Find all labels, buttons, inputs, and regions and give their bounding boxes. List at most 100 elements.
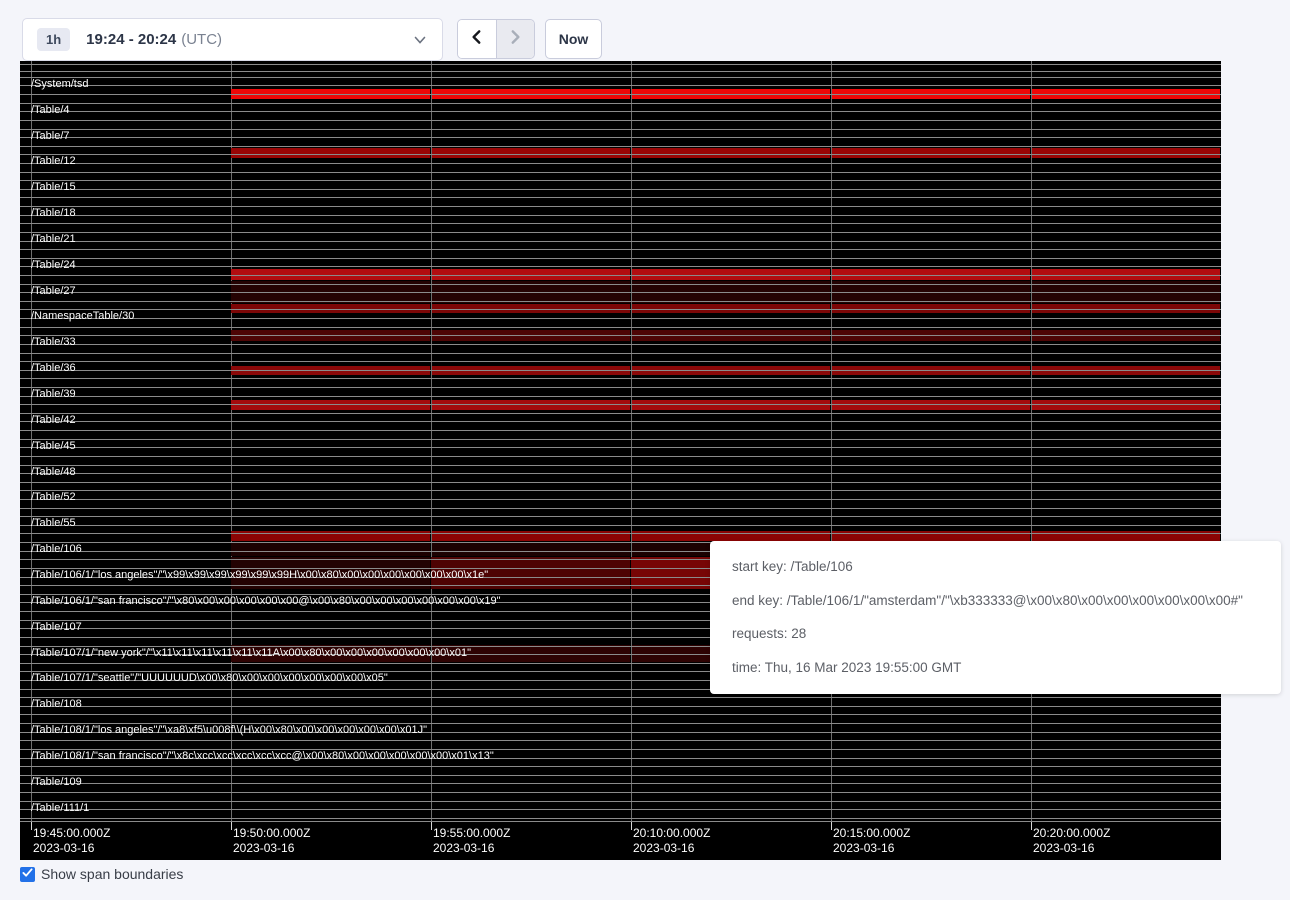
span-boundary-line [20,783,1221,784]
span-boundary-line [20,249,1221,250]
column-gridline [1031,61,1032,822]
show-span-boundaries-label: Show span boundaries [41,866,183,882]
axis-label: 20:15:00.000Z2023-03-16 [833,826,910,856]
span-boundary-line [20,706,1221,707]
axis-tick [431,822,432,830]
heat-band [832,148,1030,158]
now-button[interactable]: Now [545,19,602,59]
axis-date: 2023-03-16 [833,841,910,856]
axis-date: 2023-03-16 [1033,841,1110,856]
row-label: /Table/106 [31,543,82,555]
row-label: /Table/18 [31,207,76,219]
row-label: /Table/12 [31,155,76,167]
span-boundary-line [20,284,1221,285]
axis-label: 19:45:00.000Z2023-03-16 [33,826,110,856]
axis-tick [831,822,832,830]
span-boundary-line [20,697,1221,698]
axis-date: 2023-03-16 [433,841,510,856]
tooltip-requests: requests: 28 [732,617,1259,651]
heat-band [1032,148,1220,158]
row-label: /Table/109 [31,776,82,788]
span-boundary-line [20,508,1221,509]
span-boundary-line [20,85,1221,86]
span-boundary-line [20,465,1221,466]
span-boundary-line [20,180,1221,181]
column-gridline [231,61,232,822]
span-boundary-line [20,64,1221,65]
row-label: /Table/107/1/"new york"/"\x11\x11\x11\x1… [31,647,471,659]
column-gridline [431,61,432,822]
row-label: /Table/52 [31,491,76,503]
row-label: /Table/4 [31,104,70,116]
span-boundary-line [20,378,1221,379]
span-boundary-line [20,430,1221,431]
span-boundary-line [20,77,1221,78]
span-boundary-line [20,301,1221,302]
row-label: /Table/39 [31,388,76,400]
span-boundary-line [20,396,1221,397]
span-boundary-line [20,206,1221,207]
span-boundary-line [20,103,1221,104]
span-boundary-line [20,172,1221,173]
time-range-duration-badge: 1h [37,28,70,51]
axis-label: 20:20:00.000Z2023-03-16 [1033,826,1110,856]
row-label: /Table/108 [31,698,82,710]
toolbar: 1h 19:24 - 20:24 (UTC) Now [0,0,1290,61]
span-boundary-line [20,241,1221,242]
heat-band [231,148,430,158]
span-boundary-line [20,71,1221,72]
span-boundary-line [20,309,1221,310]
span-boundary-line [20,809,1221,810]
row-label: /NamespaceTable/30 [31,310,134,322]
span-boundary-line [20,404,1221,405]
chevron-down-icon [412,32,428,48]
axis-tick [631,822,632,830]
row-label: /Table/55 [31,517,76,529]
span-boundary-line [20,370,1221,371]
show-span-boundaries-checkbox[interactable] [20,867,35,882]
column-gridline [631,61,632,822]
span-boundary-line [20,163,1221,164]
row-label: /Table/107 [31,621,82,633]
row-label: /Table/45 [31,440,76,452]
row-label: /Table/108/1/"san francisco"/"\x8c\xcc\x… [31,750,494,762]
span-boundary-line [20,361,1221,362]
span-tooltip: start key: /Table/106 end key: /Table/10… [710,541,1281,694]
span-boundary-line [20,447,1221,448]
axis-tick [231,822,232,830]
span-boundary-line [20,258,1221,259]
time-nav-button-group [457,19,535,59]
span-boundary-line [20,327,1221,328]
span-boundary-line [20,137,1221,138]
span-boundary-line [20,120,1221,121]
span-boundary-line [20,335,1221,336]
axis-date: 2023-03-16 [233,841,310,856]
row-label: /Table/48 [31,466,76,478]
span-boundary-line [20,223,1221,224]
span-boundary-line [20,821,1221,822]
row-label: /Table/27 [31,285,76,297]
row-label: /Table/21 [31,233,76,245]
time-range-selector[interactable]: 1h 19:24 - 20:24 (UTC) [22,18,443,61]
axis-tick [31,822,32,830]
row-label: /Table/107/1/"seattle"/"UUUUUUD\x00\x80\… [31,672,388,684]
tooltip-end-key: end key: /Table/106/1/"amsterdam"/"\xb33… [732,584,1259,618]
span-boundary-line [20,499,1221,500]
heat-band [632,148,830,158]
heat-band [432,148,630,158]
row-label: /Table/111/1 [31,802,89,814]
span-boundary-line [20,490,1221,491]
span-boundary-line [20,421,1221,422]
span-boundary-line [20,353,1221,354]
time-range-text: 19:24 - 20:24 [86,31,176,48]
span-boundary-line [20,387,1221,388]
key-visualizer-canvas[interactable]: /System/tsd/Table/4/Table/7/Table/12/Tab… [20,61,1221,860]
prev-time-button[interactable] [458,20,497,58]
tooltip-start-key: start key: /Table/106 [732,550,1259,584]
next-time-button[interactable] [497,20,535,58]
chevron-right-icon [506,28,524,51]
span-boundary-line [20,714,1221,715]
axis-label: 19:50:00.000Z2023-03-16 [233,826,310,856]
chevron-left-icon [468,28,486,51]
span-boundary-line [20,525,1221,526]
